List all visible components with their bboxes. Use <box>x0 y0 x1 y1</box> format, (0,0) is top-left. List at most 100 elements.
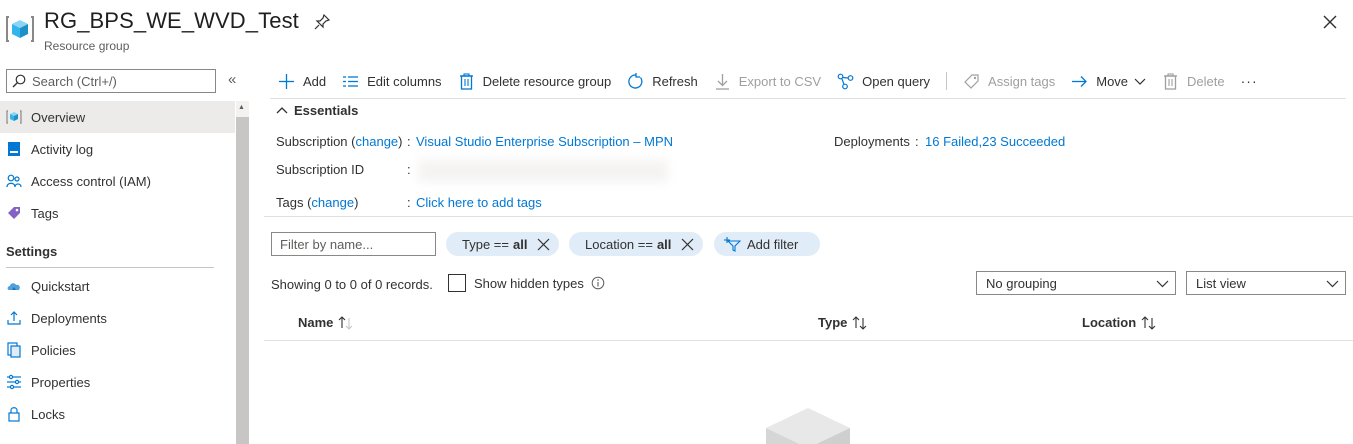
page-title: RG_BPS_WE_WVD_Test <box>44 8 299 33</box>
sidebar-item-access-control[interactable]: Access control (IAM) <box>0 165 235 197</box>
sidebar-item-activity-log[interactable]: Activity log <box>0 133 235 165</box>
edit-columns-icon <box>343 75 359 87</box>
close-icon[interactable] <box>681 238 694 251</box>
info-icon[interactable] <box>591 276 605 290</box>
quickstart-icon <box>7 283 20 290</box>
export-csv-label: Export to CSV <box>738 73 822 89</box>
delete-button[interactable]: Delete <box>1162 72 1225 90</box>
delete-resource-group-button[interactable]: Delete resource group <box>458 72 612 90</box>
view-dropdown[interactable]: List view <box>1186 271 1346 295</box>
sidebar-item-label: Quickstart <box>31 278 90 294</box>
add-button[interactable]: Add <box>278 73 326 90</box>
move-button[interactable]: Move <box>1071 73 1146 90</box>
chevron-down-icon <box>1134 78 1146 85</box>
tags-change-link[interactable]: change <box>311 195 354 210</box>
subscription-label: Subscription (change) <box>276 134 403 149</box>
pin-icon[interactable] <box>314 14 330 30</box>
scroll-up-arrow-icon[interactable]: ▲ <box>238 104 245 111</box>
plus-icon <box>279 73 294 89</box>
lock-icon <box>8 407 20 422</box>
sidebar-item-tags[interactable]: Tags <box>0 197 235 229</box>
add-filter-label: Add filter <box>747 236 799 252</box>
show-hidden-types-label: Show hidden types <box>474 276 584 291</box>
type-filter-value: all <box>512 236 528 252</box>
sidebar-item-deployments[interactable]: Deployments <box>0 302 235 334</box>
collapse-sidebar-button[interactable]: « <box>228 71 244 89</box>
column-header-name[interactable]: Name <box>298 315 355 330</box>
filter-by-name-input[interactable] <box>271 232 436 256</box>
sidebar-scroll-thumb[interactable] <box>236 117 249 444</box>
download-icon <box>715 73 729 90</box>
activity-log-icon <box>8 142 20 156</box>
close-icon[interactable] <box>1322 14 1338 30</box>
chevron-down-icon <box>1326 280 1339 287</box>
sidebar-item-label: Tags <box>31 205 59 221</box>
sidebar-item-overview[interactable]: Overview <box>0 101 235 133</box>
search-box[interactable] <box>6 69 216 93</box>
sidebar-item-properties[interactable]: Properties <box>0 366 235 398</box>
delete-resource-group-label: Delete resource group <box>482 73 612 89</box>
chevron-up-icon <box>276 106 288 113</box>
tag-icon <box>8 207 20 219</box>
sidebar-item-label: Policies <box>31 342 76 358</box>
delete-label: Delete <box>1187 73 1225 89</box>
search-input[interactable] <box>32 73 212 89</box>
sidebar-item-label: Properties <box>31 374 91 390</box>
grouping-selected: No grouping <box>986 275 1057 291</box>
sidebar-item-label: Overview <box>31 109 86 125</box>
overview-icon <box>6 110 22 124</box>
location-filter-pill[interactable]: Location == all <box>569 232 704 256</box>
sidebar-item-policies[interactable]: Policies <box>0 334 235 366</box>
move-label: Move <box>1096 73 1129 89</box>
more-options-button[interactable]: ··· <box>1241 73 1258 89</box>
close-icon[interactable] <box>537 238 550 251</box>
export-csv-button[interactable]: Export to CSV <box>714 73 821 90</box>
subscription-link[interactable]: Visual Studio Enterprise Subscription – … <box>416 134 673 149</box>
table-header-divider <box>264 340 1353 341</box>
add-filter-button[interactable]: Add filter <box>714 232 820 256</box>
essentials-toggle[interactable]: Essentials <box>276 103 358 118</box>
trash-icon <box>459 72 473 90</box>
sidebar-settings-nav: Quickstart Deployments Policies Properti… <box>0 270 235 430</box>
policies-icon <box>7 342 21 358</box>
trash-icon <box>1164 72 1178 90</box>
sidebar-item-label: Access control (IAM) <box>31 173 151 189</box>
assign-tags-label: Assign tags <box>988 73 1056 89</box>
essentials-title: Essentials <box>294 103 359 118</box>
assign-tags-button[interactable]: Assign tags <box>963 73 1055 90</box>
sidebar-item-locks[interactable]: Locks <box>0 398 235 430</box>
grouping-dropdown[interactable]: No grouping <box>976 271 1176 295</box>
search-icon <box>12 74 26 88</box>
sidebar-item-quickstart[interactable]: Quickstart <box>0 270 235 302</box>
column-name-label: Name <box>298 315 334 330</box>
sort-ascending-icon <box>339 315 353 330</box>
add-tags-link[interactable]: Click here to add tags <box>416 195 542 210</box>
sidebar-section-settings: Settings <box>6 244 58 259</box>
sort-icon <box>1141 315 1156 330</box>
add-button-label: Add <box>303 73 327 89</box>
subscription-change-link[interactable]: change <box>356 134 399 149</box>
refresh-button[interactable]: Refresh <box>627 72 698 90</box>
access-control-icon <box>6 174 22 188</box>
toolbar-divider <box>270 98 1346 99</box>
tags-label-text: Tags <box>276 195 304 210</box>
edit-columns-button[interactable]: Edit columns <box>342 73 442 90</box>
location-filter-label: Location == <box>585 236 653 252</box>
show-hidden-types-checkbox[interactable] <box>448 274 466 292</box>
column-header-location[interactable]: Location <box>1082 315 1158 330</box>
sidebar-item-label: Locks <box>31 406 65 422</box>
type-filter-pill[interactable]: Type == all <box>446 232 560 256</box>
empty-state-cube-icon <box>766 408 850 444</box>
deployments-link[interactable]: 16 Failed,23 Succeeded <box>925 134 1065 149</box>
tags-label: Tags (change) <box>276 195 359 210</box>
command-bar: Add Edit columns Delete resource group R… <box>278 70 1258 92</box>
essentials-divider <box>264 216 1353 217</box>
subscription-id-label: Subscription ID <box>276 162 365 177</box>
edit-columns-label: Edit columns <box>367 73 442 89</box>
column-header-type[interactable]: Type <box>818 315 869 330</box>
colon: : <box>407 134 411 149</box>
sidebar-divider <box>6 267 214 268</box>
deployments-label: Deployments <box>834 134 910 149</box>
sidebar-nav: Overview Activity log Access control (IA… <box>0 101 235 229</box>
open-query-button[interactable]: Open query <box>837 73 930 90</box>
